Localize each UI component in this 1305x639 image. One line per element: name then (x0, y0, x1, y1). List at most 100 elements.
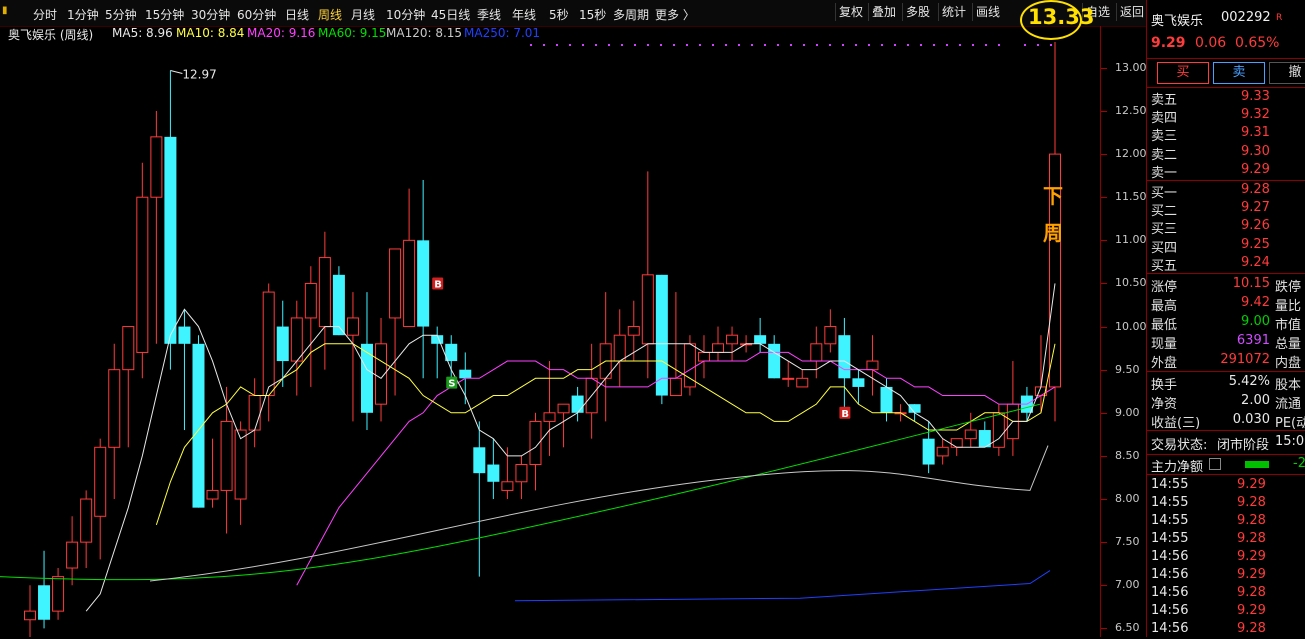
resistance-dot (621, 44, 623, 46)
level-price: 9.27 (1241, 200, 1270, 216)
trade-status-value: 闭市阶段 (1217, 438, 1270, 453)
tab-period-1[interactable]: 1分钟 (67, 6, 99, 23)
bid-row[interactable]: 买四 9.25 (1151, 237, 1305, 256)
tab-period-14[interactable]: 15秒 (579, 6, 606, 23)
tick-row: 14:55 9.28 (1151, 513, 1305, 531)
bid-row[interactable]: 买一 9.28 (1151, 182, 1305, 201)
tab-period-3[interactable]: 15分钟 (145, 6, 184, 23)
level-label: 买四 (1151, 240, 1178, 256)
trade-status-label: 交易状态: (1151, 438, 1208, 453)
back-button[interactable]: 返回 (1116, 3, 1147, 21)
buy-signal: B (841, 409, 849, 420)
resistance-dot (842, 44, 844, 46)
resistance-dot (855, 44, 857, 46)
level-label: 卖二 (1151, 147, 1178, 163)
stat-row: 收益(三) 0.030 PE(动 (1151, 412, 1305, 431)
trade-status-row: 交易状态: 闭市阶段 15:00 (1151, 434, 1305, 453)
ask-row[interactable]: 卖四 9.32 (1151, 107, 1305, 126)
tab-period-2[interactable]: 5分钟 (105, 6, 137, 23)
price-tick: 9.00 (1115, 405, 1140, 419)
price-tick: 9.50 (1115, 362, 1140, 376)
capital-row: 主力净额 -2 (1151, 456, 1305, 475)
draw-line-button[interactable]: 画线 (972, 3, 1003, 21)
ma60-line (0, 403, 1041, 581)
candle-body (346, 317, 359, 336)
tab-period-8[interactable]: 月线 (351, 6, 375, 23)
candle-body (164, 136, 177, 344)
candle-body (52, 576, 65, 612)
tab-period-7[interactable]: 周线 (318, 6, 342, 23)
price-tick-mark (1101, 628, 1107, 630)
chart-title: 奥飞娱乐 (周线) (8, 28, 94, 42)
candle-body (417, 240, 430, 327)
ask-row[interactable]: 卖一 9.29 (1151, 162, 1305, 181)
tick-price: 9.28 (1237, 621, 1266, 636)
price-tick: 12.50 (1115, 103, 1147, 117)
quote-panel: 奥飞娱乐 002292 R 9.29 0.06 0.65% 买 卖 撤 卖五 9.… (1146, 0, 1305, 637)
ask-row[interactable]: 卖三 9.31 (1151, 125, 1305, 144)
stat-row: 涨停 10.15 跌停 (1151, 276, 1305, 295)
resistance-dot (673, 44, 675, 46)
tab-period-15[interactable]: 多周期 (613, 6, 649, 23)
candle-body (459, 369, 472, 379)
tab-period-9[interactable]: 10分钟 (386, 6, 425, 23)
ask-row[interactable]: 卖二 9.30 (1151, 143, 1305, 163)
resistance-dot (907, 44, 909, 46)
cancel-order-button[interactable]: 撤 (1269, 62, 1305, 84)
stat-row: 净资 2.00 流通 (1151, 393, 1305, 412)
candle-body (360, 343, 373, 413)
stats-button[interactable]: 统计 (938, 3, 969, 21)
stat-label-2: 市值 (1275, 318, 1302, 333)
tick-row: 14:56 9.29 (1151, 603, 1305, 621)
capital-toggle-icon[interactable] (1209, 458, 1221, 470)
sell-button[interactable]: 卖 (1213, 62, 1265, 84)
capital-value: -2 (1293, 456, 1305, 471)
resistance-dot (803, 44, 805, 46)
tab-period-12[interactable]: 年线 (512, 6, 536, 23)
candle-body (754, 335, 767, 344)
tab-period-5[interactable]: 60分钟 (237, 6, 276, 23)
tab-period-0[interactable]: 分时 (33, 6, 57, 23)
buy-button[interactable]: 买 (1157, 62, 1209, 84)
resistance-dot (647, 44, 649, 46)
tab-period-6[interactable]: 日线 (285, 6, 309, 23)
stat-label-2: PE(动 (1275, 416, 1305, 431)
divider (1147, 430, 1305, 431)
candle-body (150, 136, 163, 198)
candle-body (908, 404, 921, 413)
resistance-dot (543, 44, 545, 46)
ask-row[interactable]: 卖五 9.33 (1151, 89, 1305, 108)
bid-row[interactable]: 买三 9.26 (1151, 218, 1305, 237)
resistance-dot (712, 44, 714, 46)
candlestick-chart[interactable]: 12.97 B S B (0, 42, 1100, 637)
stat-row: 最高 9.42 量比 (1151, 295, 1305, 314)
divider (1147, 273, 1305, 274)
multi-stock-button[interactable]: 多股 (902, 3, 933, 21)
divider (1147, 87, 1305, 88)
resistance-dot (972, 44, 974, 46)
candle-body (220, 420, 233, 491)
overlay-button[interactable]: 叠加 (868, 3, 899, 21)
resistance-dot (1037, 44, 1039, 46)
price-tick: 10.50 (1115, 276, 1147, 290)
high-label: 12.97 (182, 67, 216, 81)
restore-rights-button[interactable]: 复权 (835, 3, 866, 21)
candle-body (810, 343, 823, 362)
tab-period-11[interactable]: 季线 (477, 6, 501, 23)
stock-code: 002292 (1221, 10, 1271, 25)
candle-body (136, 196, 149, 353)
tab-period-13[interactable]: 5秒 (549, 6, 569, 23)
candle-body (108, 369, 121, 448)
resistance-dot (1050, 44, 1052, 46)
bid-row[interactable]: 买五 9.24 (1151, 255, 1305, 274)
stock-header: 奥飞娱乐 002292 R (1151, 10, 1305, 29)
tab-period-4[interactable]: 30分钟 (191, 6, 230, 23)
level-label: 卖一 (1151, 165, 1178, 181)
tab-period-10[interactable]: 45日线 (431, 6, 470, 23)
level-price: 9.30 (1241, 143, 1270, 159)
bid-row[interactable]: 买二 9.27 (1151, 200, 1305, 219)
price-line: 9.29 0.06 0.65% (1151, 35, 1305, 53)
stat-value: 2.00 (1241, 393, 1270, 408)
tab-period-16[interactable]: 更多 〉 (655, 6, 695, 23)
ma250-value: MA250: 7.01 (464, 26, 541, 40)
